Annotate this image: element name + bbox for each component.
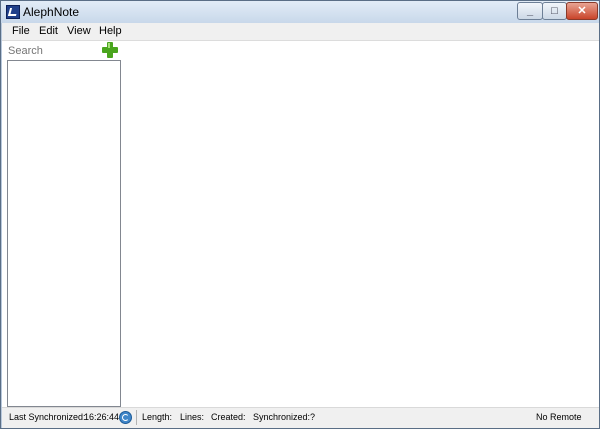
last-synchronized-time: 16:26:44 [84, 412, 120, 422]
search-input[interactable] [6, 43, 100, 58]
last-synchronized-label: Last Synchronized: [9, 412, 86, 422]
add-note-button[interactable] [102, 42, 118, 58]
lines-label: Lines: [180, 412, 205, 422]
menu-help[interactable]: Help [99, 25, 122, 37]
status-divider [136, 410, 137, 425]
note-editor[interactable] [125, 42, 598, 406]
window-title: AlephNote [23, 5, 80, 19]
menu-bar: File Edit View Help [2, 23, 599, 41]
minimize-button[interactable]: _ [517, 2, 543, 20]
remote-status: No Remote [536, 412, 582, 422]
close-icon: ✕ [577, 5, 587, 17]
length-label: Length: [142, 412, 173, 422]
title-bar[interactable]: AlephNote _ □ ✕ [1, 1, 599, 23]
note-list[interactable] [7, 60, 121, 407]
menu-view[interactable]: View [67, 25, 91, 37]
status-bar: Last Synchronized: 16:26:44 Length: Line… [2, 407, 599, 428]
synchronized-value: ? [310, 412, 316, 422]
created-label: Created: [211, 412, 246, 422]
app-icon[interactable] [6, 5, 20, 19]
synchronized-label: Synchronized: [253, 412, 311, 422]
maximize-icon: □ [551, 5, 558, 17]
minimize-icon: _ [526, 5, 534, 17]
close-button[interactable]: ✕ [566, 2, 598, 20]
app-window: AlephNote _ □ ✕ File Edit View Help Last… [0, 0, 600, 429]
maximize-button[interactable]: □ [542, 2, 567, 20]
menu-file[interactable]: File [12, 25, 30, 37]
menu-edit[interactable]: Edit [39, 25, 58, 37]
sync-icon[interactable] [119, 411, 132, 424]
